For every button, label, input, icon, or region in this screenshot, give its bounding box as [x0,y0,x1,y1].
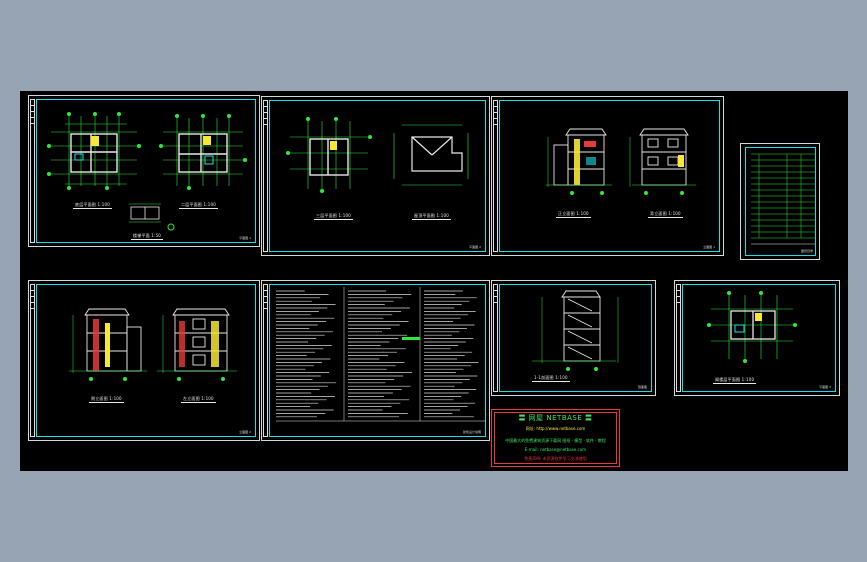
netbase-title: 〓 网屋 NETBASE 〓 [518,414,593,422]
design-notes-text-block [276,287,486,422]
title-block-label: 平面图 1 [239,236,251,240]
drawing-caption: 1-1剖面图 1:100 [532,375,570,382]
drawing-sheet-elevations-1[interactable]: 正立面图 1:100 背立面图 1:100 立面图 1 [491,96,724,256]
title-block-label: 建筑设计说明 [462,430,481,434]
elevation-drawings [69,308,237,381]
drawing-caption: 背立面图 1:100 [648,211,683,218]
title-block-label: 平面图 2 [469,245,481,249]
drawing-caption: 侧立面图 1:100 [89,396,124,403]
title-block-label: 剖面图 [637,385,647,389]
drawing-caption: 屋顶平面图 1:100 [412,213,451,220]
cad-model-space[interactable]: 底层平面图 1:100 二层平面图 1:100 楼梯平面 1:50 平面图 1 … [20,91,848,471]
floor-plan-drawings [707,291,797,363]
netbase-disclaimer: 免责声明: 本资源仅供学习交流使用 [524,456,587,461]
drawing-sheet-floor-plans-2[interactable]: 三层平面图 1:100 屋顶平面图 1:100 平面图 2 [261,96,490,256]
title-block-label: 平面图 3 [819,385,831,389]
drawing-caption: 三层平面图 1:100 [314,213,353,220]
drawing-caption: 正立面图 1:100 [556,211,591,218]
title-block-label: 立面图 1 [703,245,715,249]
drawing-sheet-elevations-2[interactable]: 侧立面图 1:100 左立面图 1:100 立面图 2 [28,280,260,441]
netbase-email: E-mail: netbase@netbase.com [524,447,587,452]
elevation-drawings [546,128,696,195]
drawing-sheet-floor-plans-3[interactable]: 阁楼层平面图 1:100 平面图 3 [674,280,840,396]
drawing-caption: 左立面图 1:100 [181,396,216,403]
floor-plan-drawings [47,112,247,231]
drawing-caption: 阁楼层平面图 1:100 [712,377,757,384]
drawing-sheet-floor-plans-1[interactable]: 底层平面图 1:100 二层平面图 1:100 楼梯平面 1:50 平面图 1 [28,95,260,247]
title-block-label: 图纸目录 [800,249,813,253]
drawing-caption: 二层平面图 1:100 [179,202,218,209]
section-drawing [532,290,619,371]
netbase-url: 网址: http://www.netbase.com [525,426,586,431]
netbase-tagline: 中国最大的免费建筑资源下载网 图纸 · 模型 · 软件 · 教程 [505,438,606,443]
title-block-label: 立面图 2 [239,430,251,434]
netbase-watermark-box: 〓 网屋 NETBASE 〓 网址: http://www.netbase.co… [491,409,620,467]
drawing-sheet-index[interactable]: 图纸目录 [740,143,820,260]
drawing-caption: 楼梯平面 1:50 [130,233,164,240]
drawing-index-table [751,153,815,245]
drawing-caption: 底层平面图 1:100 [73,202,112,209]
drawing-sheet-design-notes[interactable]: 建筑设计说明 [261,280,490,441]
drawing-sheet-section[interactable]: 1-1剖面图 1:100 剖面图 [491,280,656,396]
floor-plan-drawings [286,117,469,193]
